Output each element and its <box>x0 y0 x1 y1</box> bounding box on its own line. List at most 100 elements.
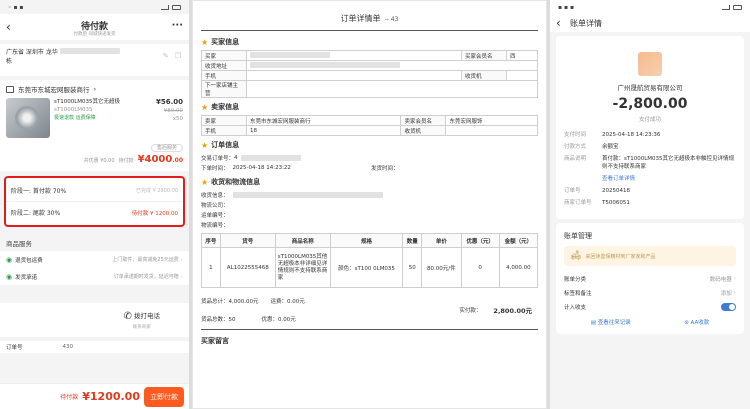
carrier-icons: ◦ ▪ ▪ <box>8 3 24 11</box>
column-header: 金额（元） <box>498 233 539 248</box>
bill-management-card: 账单管理 🛋 来回读鉴保精材到厂家家和产品 账单分类 数码电器 › 标签和备注 添加 › … <box>556 223 744 334</box>
cell: 东莞宏网服饰 <box>445 115 538 126</box>
table-row: 卖家 东莞市东城宏网服装商行 卖家会员名 东莞宏网服饰 <box>201 115 538 126</box>
goods-count-label: 货品总数： <box>201 316 229 323</box>
order-section-title: ★ 订单信息 <box>201 140 538 150</box>
table-row: 手机 收货机 <box>201 70 538 81</box>
summary-row-2: 货品总数：50 优惠：0.00元 <box>201 314 538 323</box>
row-key: 标签和备注 <box>564 291 592 297</box>
redacted <box>250 61 400 68</box>
table-row: 手机 18 收货机 <box>201 125 538 136</box>
total-row: 共优惠 ¥0.00 待付款 ¥4000.00 <box>6 154 183 165</box>
cell: 手机 <box>201 70 247 81</box>
logistics-label: 收货信息： <box>201 193 229 199</box>
cell: 卖家 <box>201 115 247 126</box>
carrier-icons: ▪ ▪ ▪ <box>558 3 575 11</box>
logistics-section-title: ★ 收货和物流信息 <box>201 177 538 187</box>
more-icon[interactable]: ··· <box>172 20 183 31</box>
call-label: 拨打电话 <box>133 312 160 321</box>
cell <box>246 60 538 71</box>
stage-1: 阶段一: 首付款 70% 已完成 ¥ 2800.00 <box>6 180 183 201</box>
signal-icon <box>722 4 730 10</box>
order-time-row: 下单时间： 2025-04-18 14:23:22 发货时间： <box>201 163 538 173</box>
check-shield-icon: ◉ <box>6 255 13 264</box>
merchant-logo <box>638 52 662 76</box>
pay-now-button[interactable]: 立即付款 <box>144 386 184 407</box>
row-value: 添加 <box>720 291 732 297</box>
contact-bar: ✆ 拨打电话 联系商家 <box>0 303 189 337</box>
table-row: 收货地址 <box>201 60 538 71</box>
bill-detail-screen: ▪ ▪ ▪ ‹ 账单详情 广州晟航贸易有限公司 -2,800.00 支付成功 支付… <box>550 0 750 409</box>
detail-value: 首付款：sT1000LM035其它无超极本非触控见详情规则不支持联系商家 <box>602 156 735 170</box>
remark-section-title: 买家留言 <box>201 336 538 346</box>
back-arrow-icon[interactable]: ‹ <box>556 16 570 30</box>
category-row[interactable]: 账单分类 数码电器 › <box>564 272 736 286</box>
stage-1-status: 已完成 ¥ 2800.00 <box>135 188 178 194</box>
redacted <box>240 155 301 161</box>
product-qty: x50 <box>172 116 183 122</box>
table-row: 1 AL1022555468 sT1000LM035其他无超极本非详细见详情规则… <box>201 247 539 288</box>
call-button[interactable]: ✆ 拨打电话 联系商家 <box>95 310 190 330</box>
phone-icon: ✆ <box>123 310 132 322</box>
product-item[interactable]: sT1000LM035其它无超极 sT1000LM035 极速退款 运费保障 ¥… <box>6 98 183 142</box>
address-line2: 栋 <box>6 58 13 65</box>
pay-bar: 待付款 ¥1200.00 立即付款 <box>0 383 189 409</box>
aa-button[interactable]: ⊛ AA收款 <box>684 318 709 326</box>
history-button[interactable]: ▤ 查看往来记录 <box>591 318 631 326</box>
row-key: 账单分类 <box>564 277 587 283</box>
cell: 卖家会员名 <box>400 115 447 126</box>
doc-order-id: -- 43 <box>384 16 399 23</box>
aftersale-button[interactable]: 售后服务 <box>150 144 183 152</box>
total-label: 待付款 <box>118 158 134 164</box>
discount-text: 共优惠 ¥0.00 <box>83 158 115 164</box>
address-card[interactable]: 广东省 深圳市 龙华 栋 ✎ ❐ <box>0 44 189 76</box>
logistics-section-label: 收货和物流信息 <box>211 178 261 186</box>
shop-row[interactable]: 东莞市东城宏网服装商行 › <box>6 84 183 94</box>
summary-row: 货品总计：4,000.00元 运费：0.00元 <box>201 296 538 305</box>
chevron-right-icon: › <box>180 273 183 280</box>
detail-row: 订单号 20250418 <box>564 187 736 195</box>
detail-key: 商品说明 <box>564 156 587 162</box>
product-title: sT1000LM035其它无超极 <box>54 99 121 105</box>
column-header: 数量 <box>402 233 423 248</box>
include-row: 计入收支 <box>564 300 736 314</box>
cell: 东莞市东城宏网服装商行 <box>245 115 402 126</box>
bill-amount: -2,800.00 <box>612 96 688 112</box>
banner-text: 来回读鉴保精材到厂家家和产品 <box>585 253 656 260</box>
cell: 收货地址 <box>201 60 247 71</box>
battery-icon <box>733 4 742 10</box>
copy-icon[interactable]: ❐ <box>175 52 181 60</box>
edit-icon[interactable]: ✎ <box>163 52 169 60</box>
service-item[interactable]: ◉ 退货包运费 上门取件，最高减免25元运费 › <box>6 251 183 268</box>
buyer-table: 买家 买家会员名西 收货地址 手机 收货机 下一家店铺主营 <box>201 50 538 98</box>
pay-amount: ¥1200.00 <box>82 390 140 403</box>
detail-value: 余额宝 <box>602 144 619 150</box>
shipping-value: 0.00元 <box>287 298 305 305</box>
shop-icon <box>6 85 14 93</box>
shop-name: 东莞市东城宏网服装商行 <box>18 86 90 94</box>
detail-row[interactable]: 查看订单详情 <box>564 175 736 183</box>
cell: 收货机 <box>400 125 447 136</box>
column-header: 序号 <box>201 233 221 248</box>
logistics-row: 运单编号： <box>201 210 538 220</box>
include-toggle[interactable] <box>721 303 736 311</box>
tag-row[interactable]: 标签和备注 添加 › <box>564 286 736 300</box>
cell: 18 <box>245 125 402 136</box>
logistics-row: 物流公司： <box>201 200 538 210</box>
column-header: 规格 <box>329 233 404 248</box>
sofa-icon: 🛋 <box>570 251 582 261</box>
stage-1-label: 阶段一: 首付款 70% <box>11 188 67 195</box>
logistics-label: 运单编号： <box>201 213 229 219</box>
items-table: 序号 货号 商品名称 规格 数量 单价 优惠（元） 金额（元） 1 AL1022… <box>201 233 539 288</box>
records-icon: ▤ <box>590 320 596 326</box>
table-row: 买家 买家会员名西 <box>201 50 538 61</box>
product-orig-price: ¥80.00 <box>163 108 183 114</box>
promo-banner[interactable]: 🛋 来回读鉴保精材到厂家家和产品 <box>564 246 736 266</box>
star-icon: ★ <box>201 37 209 47</box>
remark-section-label: 买家留言 <box>201 337 229 345</box>
service-item[interactable]: ◉ 发货承诺 订单承诺期时发货，延迟可赔 › <box>6 268 183 285</box>
chevron-right-icon: › <box>733 276 736 282</box>
view-order-link[interactable]: 查看订单详情 <box>602 175 635 183</box>
order-section-label: 订单信息 <box>211 141 240 149</box>
cell: sT1000LM035其他无超极本非详细见详情规则不支持联系商家 <box>274 247 331 288</box>
